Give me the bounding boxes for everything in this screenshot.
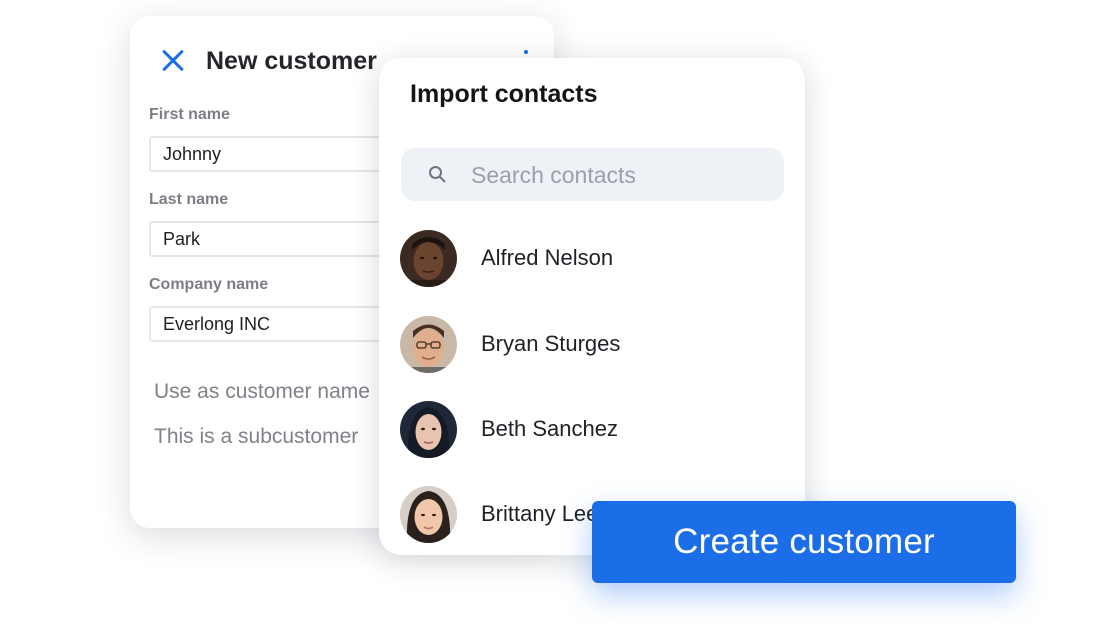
panel-title: New customer <box>206 46 377 75</box>
kebab-menu-icon[interactable] <box>524 50 528 54</box>
contact-row[interactable]: Beth Sanchez <box>400 400 790 458</box>
subcustomer-option[interactable]: This is a subcustomer <box>154 425 358 449</box>
avatar <box>400 229 457 287</box>
contact-name: Brittany Lee <box>481 501 599 526</box>
company-name-label: Company name <box>149 276 269 293</box>
new-customer-header: New customer <box>158 46 377 76</box>
close-icon[interactable] <box>158 46 188 76</box>
contact-name: Beth Sanchez <box>481 416 618 441</box>
contact-name: Bryan Sturges <box>481 331 621 356</box>
create-customer-button[interactable]: Create customer <box>592 501 1016 583</box>
avatar <box>400 400 457 458</box>
use-as-customer-name-option[interactable]: Use as customer name <box>154 380 370 404</box>
search-input[interactable] <box>469 148 773 203</box>
search-box[interactable] <box>401 148 784 203</box>
contact-row[interactable]: Alfred Nelson <box>400 229 790 287</box>
search-icon <box>429 166 446 183</box>
last-name-label: Last name <box>149 191 229 208</box>
contact-name: Alfred Nelson <box>481 245 614 270</box>
avatar <box>400 485 457 543</box>
import-contacts-panel: Import contacts Alfred Nelson <box>379 58 805 555</box>
avatar <box>400 315 457 373</box>
import-contacts-title: Import contacts <box>410 80 598 108</box>
contact-row[interactable]: Bryan Sturges <box>400 315 790 373</box>
first-name-label: First name <box>149 106 230 123</box>
